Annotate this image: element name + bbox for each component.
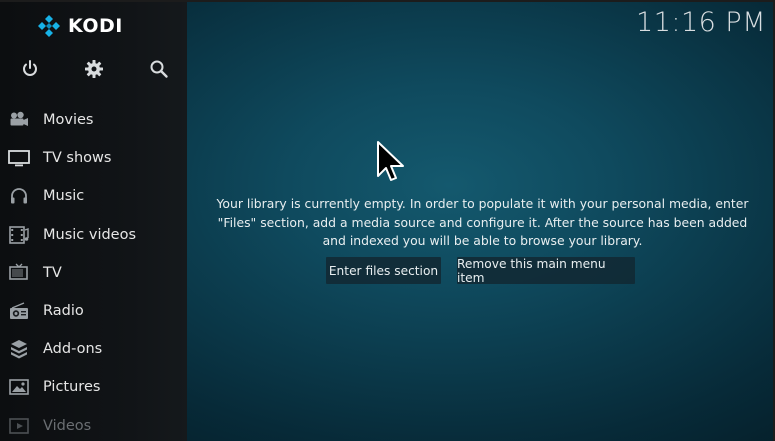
enter-files-section-button[interactable]: Enter files section xyxy=(326,257,441,284)
sidebar-item-label: Add-ons xyxy=(43,341,103,358)
main-menu: Movies TV shows Music Music videos TV Ra… xyxy=(0,101,187,441)
movie-camera-icon xyxy=(8,109,30,131)
kodi-logo-icon xyxy=(38,15,60,37)
sidebar-item-label: Radio xyxy=(43,303,84,320)
remove-menu-item-button[interactable]: Remove this main menu item xyxy=(457,257,635,285)
mouse-cursor-icon xyxy=(377,141,404,181)
sidebar-item-pictures[interactable]: Pictures xyxy=(0,368,187,406)
sidebar-item-label: TV shows xyxy=(43,150,112,167)
addons-icon xyxy=(8,338,30,360)
film-strip-icon xyxy=(8,224,30,246)
television-icon xyxy=(8,262,30,284)
kodi-logo: KODI xyxy=(37,14,123,38)
radio-icon xyxy=(8,300,30,322)
sidebar-item-tv[interactable]: TV xyxy=(0,254,187,292)
power-icon[interactable] xyxy=(19,58,41,80)
sidebar-item-label: Pictures xyxy=(43,379,101,396)
headphones-icon xyxy=(8,185,30,207)
sidebar-item-music[interactable]: Music xyxy=(0,177,187,215)
frame-top-border xyxy=(0,0,775,2)
kodi-home-screen: KODI Movies TV shows Music Music videos … xyxy=(0,0,775,441)
empty-library-message: Your library is currently empty. In orde… xyxy=(216,196,749,248)
logo-text: KODI xyxy=(68,15,123,37)
tv-icon xyxy=(8,147,30,169)
sidebar-item-label: Music videos xyxy=(43,226,137,243)
clock: 11:16 PM xyxy=(636,7,766,38)
video-icon xyxy=(8,415,30,437)
sidebar-item-label: Music xyxy=(43,188,85,205)
sidebar-item-label: Videos xyxy=(43,417,92,434)
sidebar-item-movies[interactable]: Movies xyxy=(0,101,187,139)
top-icon-bar xyxy=(0,55,187,83)
sidebar-item-music-videos[interactable]: Music videos xyxy=(0,216,187,254)
sidebar: KODI Movies TV shows Music Music videos … xyxy=(0,0,187,441)
sidebar-item-label: Movies xyxy=(43,112,94,129)
sidebar-item-radio[interactable]: Radio xyxy=(0,292,187,330)
gear-icon[interactable] xyxy=(83,58,105,80)
picture-icon xyxy=(8,376,30,398)
sidebar-item-label: TV xyxy=(43,264,62,281)
sidebar-item-videos[interactable]: Videos xyxy=(0,407,187,441)
sidebar-item-add-ons[interactable]: Add-ons xyxy=(0,330,187,368)
search-icon[interactable] xyxy=(148,58,170,80)
sidebar-item-tv-shows[interactable]: TV shows xyxy=(0,139,187,177)
